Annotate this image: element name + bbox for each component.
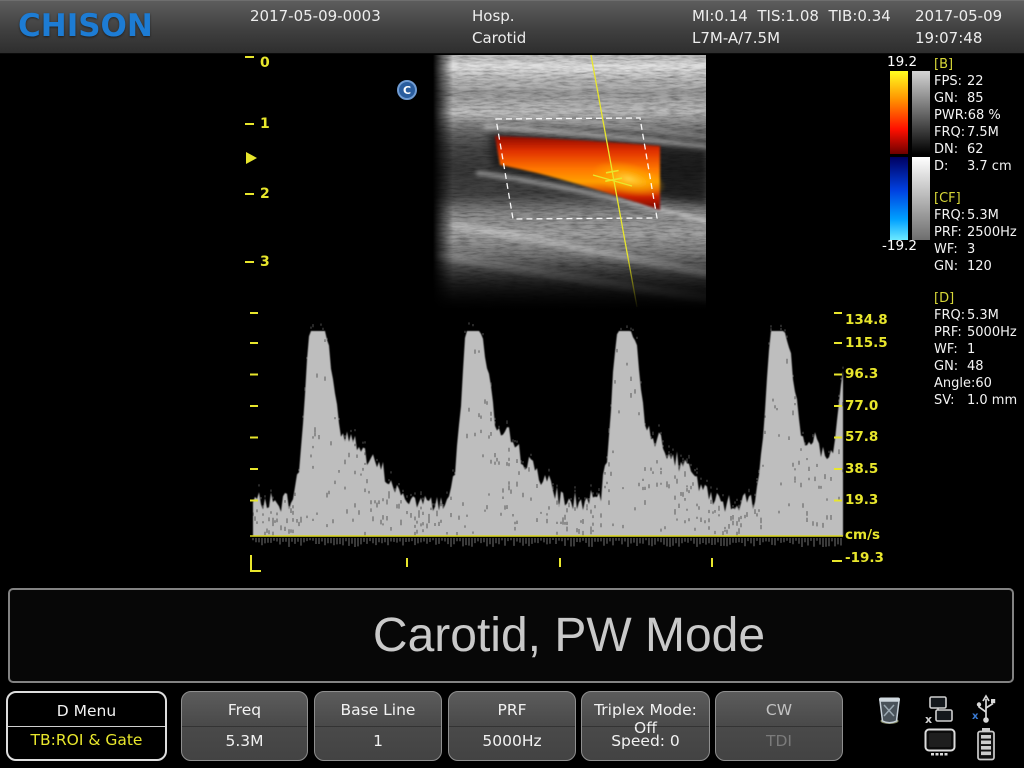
- d-mode-params: [D] FRQ:5.3M PRF:5000Hz WF:1 GN:48 Angle…: [934, 290, 1024, 409]
- svg-text:x: x: [972, 711, 979, 722]
- depth-mark: 2: [260, 186, 270, 202]
- spectral-waveform: [253, 322, 843, 547]
- color-doppler-bar-negative: [890, 157, 908, 240]
- divider: [8, 726, 165, 727]
- velocity-scale-label: 57.8: [845, 429, 878, 445]
- softkey-label: Base Line: [315, 701, 441, 719]
- softkey-value: TB:ROI & Gate: [8, 731, 165, 749]
- softkey-value: 5.3M: [182, 732, 307, 750]
- velocity-scale-label: 96.3: [845, 366, 878, 382]
- date-label: 2017-05-09: [915, 8, 1002, 25]
- divider: [449, 726, 575, 727]
- softkey-triplex-mode[interactable]: Triplex Mode: Off Speed: 0: [581, 691, 710, 761]
- ultrasound-screen: CHISON 2017-05-09-0003 Hosp. Carotid MI:…: [0, 0, 1024, 768]
- monitor-icon: [924, 728, 956, 758]
- exam-id: 2017-05-09-0003: [250, 8, 381, 25]
- cf-mode-params: [CF] FRQ:5.3M PRF:2500Hz WF:3 GN:120: [934, 190, 1024, 275]
- velocity-scale-label: -19.3: [845, 550, 884, 566]
- color-scale-max: 19.2: [887, 55, 917, 70]
- depth-mark: 3: [260, 254, 270, 270]
- divider: [315, 726, 441, 727]
- bottom-shadow: [433, 255, 706, 310]
- mode-banner: Carotid, PW Mode: [8, 588, 1014, 683]
- softkey-label: PRF: [449, 701, 575, 719]
- acoustic-indices: MI:0.14 TIS:1.08 TIB:0.34: [692, 8, 891, 25]
- softkey-value: 5000Hz: [449, 732, 575, 750]
- hospital-label: Hosp.: [472, 8, 515, 25]
- divider: [182, 726, 307, 727]
- softkey-label: CW: [716, 701, 842, 719]
- focus-marker-icon: [246, 152, 257, 164]
- network-icon: x: [922, 696, 954, 724]
- b-mode-params: [B] FPS:22 GN:85 PWR:68 % FRQ:7.5M DN:62…: [934, 56, 1024, 175]
- preset-label: Carotid: [472, 30, 526, 47]
- softkey-cw-tdi[interactable]: CW TDI: [715, 691, 843, 761]
- softkey-prf[interactable]: PRF 5000Hz: [448, 691, 576, 761]
- color-scale-min: -19.2: [882, 239, 917, 254]
- time-axis-ticks: [251, 555, 712, 571]
- softkey-base-line[interactable]: Base Line 1: [314, 691, 442, 761]
- b-mode-title: [B]: [934, 56, 1024, 73]
- velocity-unit-label: cm/s: [845, 527, 880, 543]
- color-doppler-bar-positive: [890, 71, 908, 154]
- spectral-display: [245, 305, 870, 583]
- softkey-label: Freq: [182, 701, 307, 719]
- velocity-scale-label: 134.8: [845, 312, 888, 328]
- probe-label: L7M-A/7.5M: [692, 30, 780, 47]
- velocity-scale-label: 38.5: [845, 461, 878, 477]
- gray-map-bar-bottom: [912, 157, 930, 240]
- softkey-value: TDI: [716, 732, 842, 750]
- d-mode-title: [D]: [934, 290, 1024, 307]
- softkey-value: Speed: 0: [582, 732, 709, 750]
- battery-icon: [976, 727, 996, 761]
- velocity-scale-label: 19.3: [845, 492, 878, 508]
- svg-text:x: x: [925, 713, 932, 724]
- chison-logo: CHISON: [18, 8, 153, 44]
- depth-tick: [245, 193, 254, 195]
- time-label: 19:07:48: [915, 30, 982, 47]
- softkey-toolbar: D Menu TB:ROI & Gate Freq 5.3M Base Line…: [0, 686, 1024, 768]
- divider: [716, 726, 842, 727]
- orientation-marker: C: [397, 80, 417, 100]
- divider: [582, 726, 709, 727]
- softkey-label: D Menu: [8, 702, 165, 720]
- softkey-value: 1: [315, 732, 441, 750]
- bmode-image: [433, 55, 706, 310]
- softkey-freq[interactable]: Freq 5.3M: [181, 691, 308, 761]
- depth-mark: 0: [260, 55, 270, 71]
- depth-tick: [245, 56, 254, 58]
- velocity-scale-label: 115.5: [845, 335, 888, 351]
- softkey-d-menu[interactable]: D Menu TB:ROI & Gate: [6, 691, 167, 761]
- mode-banner-text: Carotid, PW Mode: [10, 590, 1012, 681]
- depth-mark: 1: [260, 116, 270, 132]
- depth-tick: [245, 261, 254, 263]
- top-info-bar: CHISON 2017-05-09-0003 Hosp. Carotid MI:…: [0, 0, 1024, 54]
- trash-icon: [876, 694, 903, 725]
- depth-tick: [245, 123, 254, 125]
- usb-icon: x: [972, 694, 999, 724]
- cf-mode-title: [CF]: [934, 190, 1024, 207]
- gray-map-bar-top: [912, 71, 930, 154]
- velocity-scale-label: 77.0: [845, 398, 878, 414]
